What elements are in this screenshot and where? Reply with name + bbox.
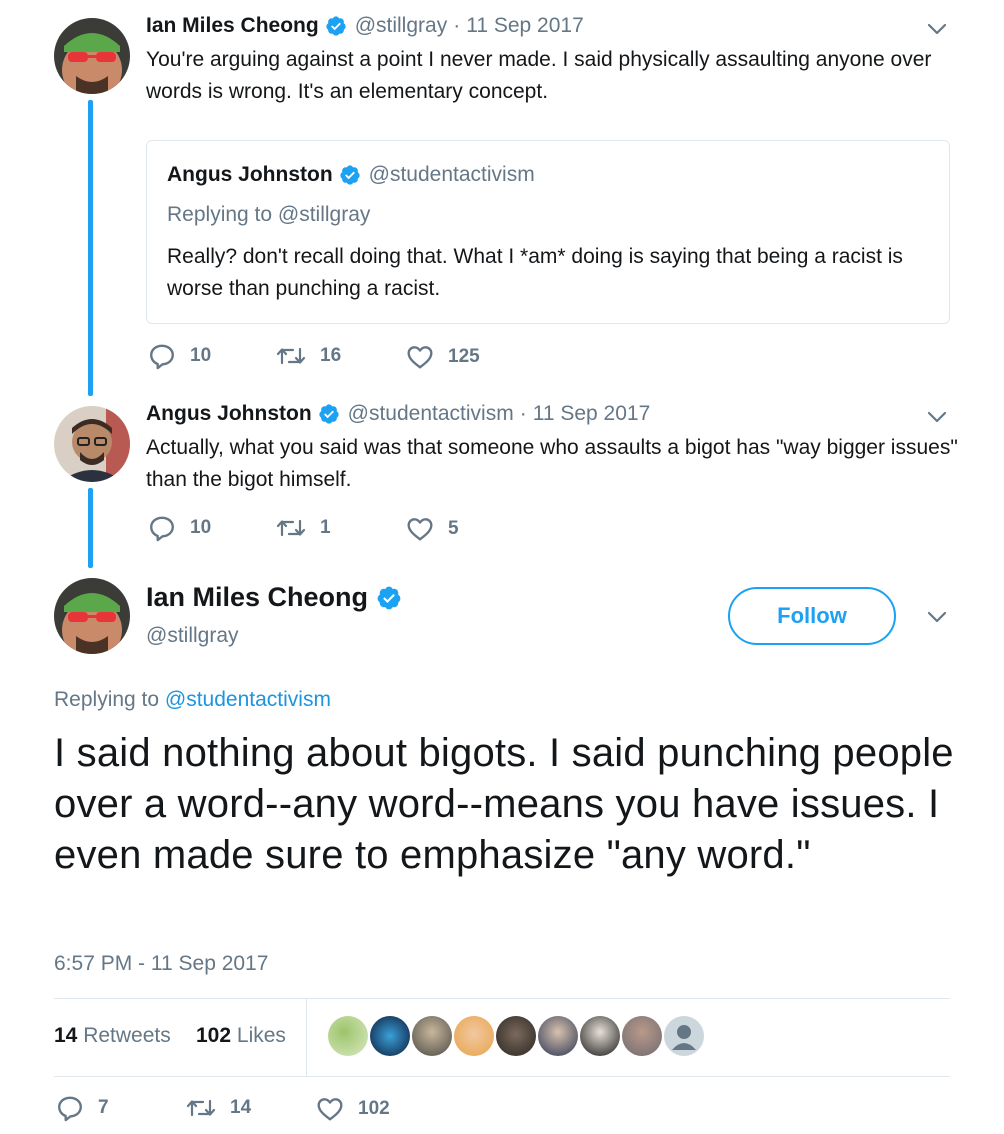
liker-avatar[interactable] bbox=[538, 1016, 578, 1056]
separator-dot: · bbox=[453, 14, 461, 37]
likes-stat-count: 102 bbox=[196, 1024, 232, 1047]
liker-avatar[interactable] bbox=[412, 1016, 452, 1056]
divider bbox=[306, 998, 307, 1076]
heart-icon bbox=[406, 516, 434, 542]
reply-action[interactable]: 10 bbox=[148, 342, 211, 370]
avatar-angus-johnston[interactable] bbox=[54, 406, 130, 482]
liker-avatar[interactable] bbox=[454, 1016, 494, 1056]
replying-to-prefix: Replying to bbox=[54, 688, 165, 711]
avatar-ian-miles-cheong[interactable] bbox=[54, 18, 130, 94]
retweet-action[interactable]: 16 bbox=[276, 344, 341, 368]
tweet-header: Ian Miles Cheong @stillgray · 11 Sep 201… bbox=[146, 14, 584, 38]
likes-stat[interactable]: 102 Likes bbox=[196, 1024, 286, 1048]
chevron-down-icon[interactable] bbox=[926, 22, 948, 36]
like-count: 5 bbox=[448, 518, 459, 539]
main-tweet-text: I said nothing about bigots. I said punc… bbox=[54, 731, 954, 877]
likes-stat-label: Likes bbox=[236, 1024, 286, 1047]
tweet-text: Actually, what you said was that someone… bbox=[146, 436, 958, 491]
retweet-count: 1 bbox=[320, 517, 331, 538]
author-name[interactable]: Angus Johnston bbox=[146, 402, 312, 426]
like-action[interactable]: 102 bbox=[316, 1096, 390, 1122]
retweets-stat[interactable]: 14 Retweets bbox=[54, 1024, 171, 1048]
thread-connector-line bbox=[88, 488, 93, 568]
avatar-ian-miles-cheong[interactable] bbox=[54, 578, 130, 654]
tweet-header: Angus Johnston @studentactivism · 11 Sep… bbox=[146, 402, 650, 426]
tweet-date[interactable]: 11 Sep 2017 bbox=[533, 402, 651, 426]
reply-action[interactable]: 7 bbox=[56, 1094, 109, 1122]
chevron-down-icon[interactable] bbox=[926, 610, 948, 624]
default-avatar-icon[interactable] bbox=[664, 1016, 704, 1056]
reply-count: 10 bbox=[190, 517, 212, 538]
verified-badge-icon bbox=[318, 403, 340, 425]
liker-avatar[interactable] bbox=[370, 1016, 410, 1056]
thread-connector-line bbox=[88, 100, 93, 396]
quoted-author-name: Angus Johnston bbox=[167, 163, 333, 186]
reply-icon bbox=[148, 342, 176, 370]
tweet-date[interactable]: 11 Sep 2017 bbox=[466, 14, 584, 38]
tweet-text: You're arguing against a point I never m… bbox=[146, 48, 932, 103]
liker-avatar[interactable] bbox=[580, 1016, 620, 1056]
main-author-handle[interactable]: @stillgray bbox=[146, 624, 239, 648]
quoted-tweet-text: Really? don't recall doing that. What I … bbox=[167, 245, 903, 300]
replying-to-link[interactable]: @studentactivism bbox=[165, 688, 331, 711]
retweets-stat-count: 14 bbox=[54, 1024, 78, 1047]
verified-badge-icon bbox=[325, 15, 347, 37]
tweet-timestamp[interactable]: 6:57 PM - 11 Sep 2017 bbox=[54, 952, 268, 976]
quoted-tweet[interactable]: Angus Johnston @studentactivism Replying… bbox=[146, 140, 950, 324]
reply-count: 7 bbox=[98, 1097, 109, 1118]
retweet-action[interactable]: 1 bbox=[276, 516, 331, 540]
liker-avatar[interactable] bbox=[496, 1016, 536, 1056]
follow-button[interactable]: Follow bbox=[728, 587, 896, 645]
like-count: 125 bbox=[448, 346, 480, 367]
reply-count: 10 bbox=[190, 345, 212, 366]
like-count: 102 bbox=[358, 1098, 390, 1119]
chevron-down-icon[interactable] bbox=[926, 410, 948, 424]
liker-avatar[interactable] bbox=[328, 1016, 368, 1056]
like-action[interactable]: 125 bbox=[406, 344, 480, 370]
retweet-icon bbox=[276, 344, 306, 368]
retweet-count: 14 bbox=[230, 1097, 252, 1118]
author-handle[interactable]: @stillgray bbox=[355, 14, 448, 38]
verified-badge-icon bbox=[339, 164, 361, 186]
retweet-action[interactable]: 14 bbox=[186, 1096, 251, 1120]
liker-avatar[interactable] bbox=[622, 1016, 662, 1056]
retweet-count: 16 bbox=[320, 345, 342, 366]
verified-badge-icon bbox=[376, 585, 402, 611]
like-action[interactable]: 5 bbox=[406, 516, 459, 542]
divider bbox=[54, 998, 950, 999]
heart-icon bbox=[406, 344, 434, 370]
author-handle[interactable]: @studentactivism bbox=[348, 402, 514, 426]
heart-icon bbox=[316, 1096, 344, 1122]
separator-dot: · bbox=[519, 402, 527, 425]
liker-avatars bbox=[328, 1016, 706, 1056]
reply-action[interactable]: 10 bbox=[148, 514, 211, 542]
main-author-name-row: Ian Miles Cheong bbox=[146, 582, 410, 613]
retweet-icon bbox=[186, 1096, 216, 1120]
quoted-tweet-header: Angus Johnston @studentactivism bbox=[167, 163, 535, 187]
retweets-stat-label: Retweets bbox=[83, 1024, 171, 1047]
quoted-replying-to: Replying to @stillgray bbox=[167, 203, 371, 226]
divider bbox=[54, 1076, 950, 1077]
main-author-name[interactable]: Ian Miles Cheong bbox=[146, 582, 368, 613]
reply-icon bbox=[56, 1094, 84, 1122]
replying-to: Replying to @studentactivism bbox=[54, 688, 331, 712]
quoted-author-handle: @studentactivism bbox=[368, 163, 535, 186]
reply-icon bbox=[148, 514, 176, 542]
retweet-icon bbox=[276, 516, 306, 540]
author-name[interactable]: Ian Miles Cheong bbox=[146, 14, 319, 38]
